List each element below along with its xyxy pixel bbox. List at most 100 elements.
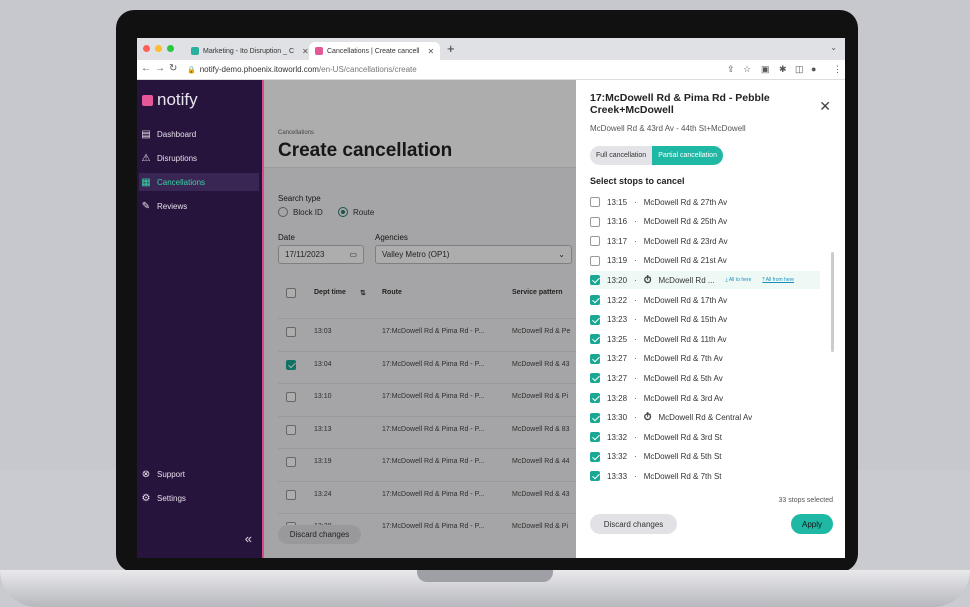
sidebar-item-label: Settings [157, 493, 186, 503]
separator: · [634, 432, 637, 442]
stop-checkbox[interactable] [590, 255, 600, 266]
all-from-here-label: All from here [765, 277, 795, 284]
stop-item[interactable]: 13:27 · McDowell Rd & 5th Av [590, 369, 820, 387]
stop-time: 13:33 [607, 471, 628, 481]
stop-item[interactable]: 13:19 · McDowell Rd & 21st Av [590, 252, 820, 270]
stop-time: 13:30 [607, 413, 628, 423]
calendar-x-icon: ▦ [141, 176, 151, 188]
sidebar-item-label: Dashboard [157, 129, 197, 139]
stop-name: McDowell Rd & 27th Av [643, 197, 728, 207]
stop-item[interactable]: 13:27 · McDowell Rd & 7th Av [590, 350, 820, 368]
stop-name: McDowell Rd & 7th St [643, 471, 722, 481]
window-controls[interactable] [143, 45, 174, 52]
close-icon[interactable]: ✕ [819, 98, 831, 115]
separator: · [634, 334, 637, 344]
tab-marketing[interactable]: Marketing - Ito Disruption _ C ✕ [185, 42, 315, 60]
separator: · [634, 217, 637, 227]
sidebar-item-label: Reviews [157, 201, 188, 211]
stop-name: McDowell Rd & 17th Av [643, 295, 728, 305]
browser-window: Marketing - Ito Disruption _ C ✕ Cancell… [137, 38, 845, 558]
all-from-here-link[interactable]: ⤒ All from here [762, 277, 794, 283]
stop-name: McDowell Rd ... [658, 275, 715, 285]
sidebar-item-label: Cancellations [157, 177, 206, 187]
close-window-dot[interactable] [143, 45, 150, 52]
sidebar-item-label: Support [157, 469, 186, 479]
sidebar: notify ▤ Dashboard ⚠ Disruptions ▦ Cance… [137, 80, 264, 558]
stop-item[interactable]: 13:20 · ⏱ McDowell Rd ... ⤓ All to here ⤒ All… [590, 271, 820, 290]
address-bar: ← → ↻ 🔒 notify-demo.phoenix.itoworld.com/… [137, 60, 845, 80]
stop-checkbox[interactable] [590, 197, 600, 207]
stop-item[interactable]: 13:33 · McDowell Rd & 7th St [590, 467, 820, 485]
stop-name: McDowell Rd & 5th St [643, 452, 722, 462]
star-icon[interactable]: ☆ [743, 64, 751, 75]
drawer-discard-button[interactable]: Discard changes [590, 514, 677, 534]
separator: · [634, 354, 637, 364]
more-menu-icon[interactable]: ⋮ [833, 64, 842, 75]
stop-checkbox[interactable] [590, 412, 600, 423]
stop-name: McDowell Rd & 7th Av [643, 354, 723, 364]
new-tab-icon[interactable]: + [447, 41, 455, 56]
stop-item[interactable]: 13:23 · McDowell Rd & 15th Av [590, 311, 820, 329]
close-tab-icon[interactable]: ✕ [302, 47, 309, 56]
stop-item[interactable]: 13:22 · McDowell Rd & 17th Av [590, 291, 820, 309]
stop-item[interactable]: 13:30 · ⏱ McDowell Rd & Central Av [590, 409, 820, 427]
apply-button[interactable]: Apply [791, 514, 833, 534]
sidebar-item-settings[interactable]: ⚙ Settings [139, 489, 259, 507]
stop-checkbox[interactable] [590, 373, 600, 384]
stop-checkbox[interactable] [590, 314, 600, 325]
logo[interactable]: notify [142, 90, 198, 110]
extension-icon[interactable]: ▣ [761, 64, 770, 75]
tab-menu-icon[interactable]: ⌄ [830, 43, 837, 52]
maximize-window-dot[interactable] [167, 45, 174, 52]
collapse-sidebar-icon[interactable]: « [245, 531, 252, 546]
stops-scrollbar[interactable] [831, 252, 834, 352]
puzzle-icon[interactable]: ✱ [779, 64, 787, 75]
tab-favicon-icon [191, 47, 199, 55]
profile-avatar-icon[interactable]: ● [811, 64, 816, 74]
stop-item[interactable]: 13:28 · McDowell Rd & 3rd Av [590, 389, 820, 407]
stop-checkbox[interactable] [590, 451, 600, 462]
tab-cancellations[interactable]: Cancellations | Create cancell ✕ [309, 42, 441, 60]
sidebar-item-reviews[interactable]: ✎ Reviews [139, 197, 259, 215]
stop-item[interactable]: 13:15 · McDowell Rd & 27th Av [590, 193, 820, 211]
sidebar-item-dashboard[interactable]: ▤ Dashboard [139, 125, 259, 143]
url-field[interactable]: 🔒 notify-demo.phoenix.itoworld.com/en-US/… [187, 65, 417, 74]
stop-checkbox[interactable] [590, 393, 600, 403]
stop-checkbox[interactable] [590, 334, 600, 345]
reload-icon[interactable]: ↻ [169, 63, 177, 74]
url-host: notify-demo.phoenix.itoworld.com [199, 65, 319, 74]
stop-checkbox[interactable] [590, 216, 600, 227]
close-tab-icon[interactable]: ✕ [427, 47, 434, 56]
stop-checkbox[interactable] [590, 432, 600, 443]
stop-item[interactable]: 13:17 · McDowell Rd & 23rd Av [590, 232, 820, 250]
stop-name: McDowell Rd & 3rd Av [643, 393, 724, 403]
stop-item[interactable]: 13:16 · McDowell Rd & 25th Av [590, 213, 820, 231]
partial-cancellation-option[interactable]: Partial cancellation [652, 146, 723, 165]
stop-checkbox[interactable] [590, 471, 600, 482]
sidebar-item-disruptions[interactable]: ⚠ Disruptions [139, 149, 259, 167]
cancellation-type-toggle[interactable]: Full cancellation Partial cancellation [590, 146, 723, 165]
stop-name: McDowell Rd & 23rd Av [643, 236, 728, 246]
stop-item[interactable]: 13:32 · McDowell Rd & 5th St [590, 448, 820, 466]
stop-checkbox[interactable] [590, 275, 600, 286]
separator: · [634, 295, 637, 305]
stop-checkbox[interactable] [590, 353, 600, 364]
separator: · [634, 393, 637, 403]
logo-text: notify [157, 90, 198, 109]
timing-point-icon: ⏱ [643, 274, 652, 286]
stop-item[interactable]: 13:32 · McDowell Rd & 3rd St [590, 428, 820, 446]
stop-checkbox[interactable] [590, 295, 600, 305]
sidepanel-icon[interactable]: ◫ [795, 64, 804, 75]
forward-icon[interactable]: → [155, 63, 165, 74]
share-icon[interactable]: ⇪ [727, 64, 735, 75]
review-icon: ✎ [141, 200, 151, 212]
all-to-here-link[interactable]: ⤓ All to here [726, 277, 752, 283]
stop-time: 13:20 [607, 275, 628, 285]
stop-item[interactable]: 13:25 · McDowell Rd & 11th Av [590, 330, 820, 348]
full-cancellation-option[interactable]: Full cancellation [590, 146, 653, 165]
sidebar-item-cancellations[interactable]: ▦ Cancellations [139, 173, 259, 191]
minimize-window-dot[interactable] [155, 45, 162, 52]
sidebar-item-support[interactable]: ⊗ Support [139, 465, 259, 483]
stop-checkbox[interactable] [590, 236, 600, 247]
back-icon[interactable]: ← [141, 63, 151, 74]
